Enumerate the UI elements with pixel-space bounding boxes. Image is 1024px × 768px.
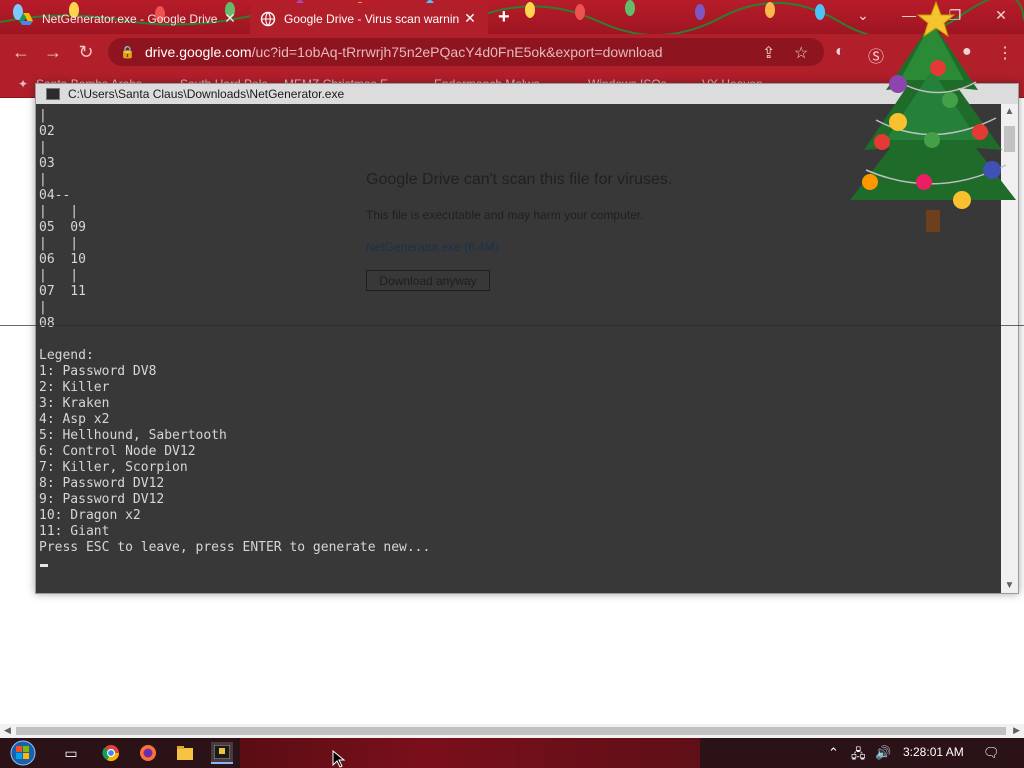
christmas-tree-decoration — [850, 0, 1016, 232]
forward-icon[interactable]: → — [42, 42, 64, 63]
scroll-thumb[interactable] — [16, 727, 1006, 735]
console-line: Press ESC to leave, press ENTER to gener… — [39, 540, 431, 555]
close-tab-icon[interactable]: ✕ — [462, 10, 478, 27]
url-host: drive.google.com — [144, 44, 252, 60]
tab-virus-scan-warning[interactable]: Google Drive - Virus scan warnin ✕ — [250, 3, 488, 34]
console-line: | | — [39, 236, 79, 251]
file-link[interactable]: NetGenerator.exe (6.4M) — [366, 240, 499, 254]
url-path: /uc?id=1obAq-tRrrwrjh75n2ePQacY4d0FnE5ok… — [251, 44, 663, 60]
console-line: 5: Hellhound, Sabertooth — [39, 428, 227, 443]
taskbar-clock[interactable]: 3:28:01 AM — [903, 745, 964, 759]
mouse-pointer-icon — [332, 750, 346, 768]
console-line: Legend: — [39, 348, 94, 363]
console-line: 4: Asp x2 — [39, 412, 110, 427]
start-button-icon[interactable] — [8, 739, 38, 767]
back-icon[interactable]: ← — [10, 42, 32, 63]
scroll-right-icon[interactable]: ▶ — [1013, 725, 1020, 736]
show-hidden-icons-icon[interactable]: ⌃ — [828, 745, 839, 761]
download-anyway-button[interactable]: Download anyway — [366, 270, 490, 291]
file-size: (6.4M) — [464, 240, 499, 254]
console-app-taskbar-icon[interactable] — [211, 742, 233, 764]
console-line: 07 11 — [39, 284, 86, 299]
console-line: 1: Password DV8 — [39, 364, 157, 379]
console-line: | | — [39, 268, 79, 283]
google-drive-icon — [19, 12, 33, 25]
tab-title: Google Drive - Virus scan warnin — [284, 11, 460, 26]
console-line: 9: Password DV12 — [39, 492, 165, 507]
console-line: 06 10 — [39, 252, 86, 267]
folder-logo — [177, 746, 193, 760]
console-line: 10: Dragon x2 — [39, 508, 141, 523]
volume-icon[interactable]: 🔊 — [875, 745, 891, 761]
file-explorer-icon[interactable] — [174, 742, 196, 764]
console-line: 7: Killer, Scorpion — [39, 460, 188, 475]
network-icon[interactable]: 🖧 — [851, 745, 866, 767]
console-line: 08 — [39, 316, 55, 331]
tab-title: NetGenerator.exe - Google Drive — [42, 11, 218, 26]
globe-icon — [260, 11, 276, 26]
console-line: 11: Giant — [39, 524, 110, 539]
new-tab-button[interactable]: + — [498, 6, 510, 29]
file-name[interactable]: NetGenerator.exe — [366, 240, 461, 254]
console-line: | — [39, 300, 47, 315]
tab-netgenerator[interactable]: NetGenerator.exe - Google Drive ✕ — [8, 3, 248, 34]
share-icon[interactable]: ⇪ — [762, 43, 775, 63]
console-line: 6: Control Node DV12 — [39, 444, 196, 459]
console-app-icon — [46, 88, 60, 100]
close-tab-icon[interactable]: ✕ — [222, 10, 238, 27]
task-view-icon[interactable]: ▭ — [60, 742, 82, 764]
console-line: 3: Kraken — [39, 396, 110, 411]
taskbar-wallpaper — [240, 738, 700, 768]
chrome-icon[interactable] — [100, 742, 122, 764]
text-cursor — [40, 564, 48, 567]
warning-message: This file is executable and may harm you… — [366, 208, 644, 222]
extension-flag-icon[interactable]: ◐ — [835, 43, 845, 61]
page-divider — [0, 325, 1024, 326]
bookmark-star-icon[interactable]: ☆ — [794, 43, 808, 63]
warning-heading: Google Drive can't scan this file for vi… — [366, 171, 673, 188]
firefox-icon[interactable] — [137, 742, 159, 764]
reload-icon[interactable]: ↻ — [75, 42, 97, 63]
console-line: 2: Killer — [39, 380, 110, 395]
notifications-icon[interactable]: 🗨 — [983, 745, 1000, 761]
windows-taskbar: ▭ ⌃ 🖧 🔊 3:28:01 AM 🗨 — [0, 738, 1024, 768]
address-bar[interactable]: 🔒 drive.google.com/uc?id=1obAq-tRrrwrjh7… — [108, 38, 824, 66]
scroll-down-icon[interactable]: ▼ — [1001, 580, 1018, 591]
console-title: C:\Users\Santa Claus\Downloads\NetGenera… — [68, 87, 345, 101]
scroll-left-icon[interactable]: ◀ — [4, 725, 11, 736]
page-horizontal-scrollbar[interactable]: ◀ ▶ — [0, 724, 1024, 738]
drive-virus-warning: Google Drive can't scan this file for vi… — [366, 171, 673, 291]
bookmark-folder-icon: ✦ — [18, 77, 29, 91]
console-line: 8: Password DV12 — [39, 476, 165, 491]
chrome-logo — [102, 745, 120, 762]
terminal-logo — [214, 745, 230, 759]
firefox-logo — [140, 745, 156, 761]
lock-icon[interactable]: 🔒 — [120, 45, 135, 59]
